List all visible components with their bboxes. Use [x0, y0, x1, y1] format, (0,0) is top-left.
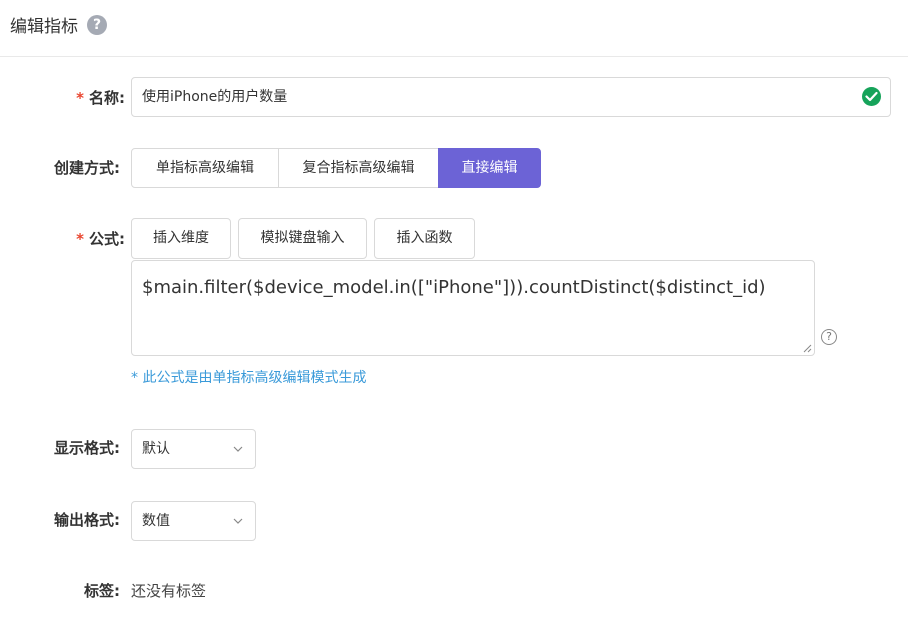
required-mark: * [76, 230, 84, 248]
chevron-down-icon [233, 446, 243, 452]
formula-help-icon[interactable]: ? [821, 329, 837, 345]
simulate-keyboard-button[interactable]: 模拟键盘输入 [238, 218, 367, 259]
insert-function-button[interactable]: 插入函数 [374, 218, 475, 259]
formula-hint: * 此公式是由单指标高级编辑模式生成 [131, 370, 367, 386]
page-title: 编辑指标 [10, 17, 78, 37]
check-circle-icon [862, 87, 881, 106]
name-label-text: 名称: [89, 89, 125, 107]
resize-handle-icon[interactable] [802, 343, 812, 353]
name-label: * 名称: [0, 88, 125, 108]
display-format-label: 显示格式: [54, 439, 120, 457]
composite-metric-advanced-edit-button[interactable]: 复合指标高级编辑 [278, 148, 439, 188]
single-metric-advanced-edit-button[interactable]: 单指标高级编辑 [131, 148, 279, 188]
tags-label: 标签: [84, 582, 120, 600]
page-header: 编辑指标 ? [0, 0, 908, 57]
chevron-down-icon [233, 518, 243, 524]
formula-label: * 公式: [0, 229, 125, 249]
name-input[interactable]: 使用iPhone的用户数量 [131, 77, 891, 117]
display-format-value: 默认 [142, 441, 170, 457]
output-format-value: 数值 [142, 513, 170, 529]
create-method-label: 创建方式: [54, 159, 120, 177]
tags-value: 还没有标签 [131, 582, 207, 600]
required-mark: * [76, 89, 84, 107]
formula-label-text: 公式: [89, 230, 125, 248]
output-format-select[interactable]: 数值 [131, 501, 256, 541]
insert-dimension-button[interactable]: 插入维度 [131, 218, 231, 259]
output-format-label: 输出格式: [54, 511, 120, 529]
display-format-select[interactable]: 默认 [131, 429, 256, 469]
direct-edit-button[interactable]: 直接编辑 [438, 148, 541, 188]
help-icon[interactable]: ? [87, 15, 107, 35]
formula-textarea[interactable]: $main.filter($device_model.in(["iPhone"]… [131, 260, 815, 356]
